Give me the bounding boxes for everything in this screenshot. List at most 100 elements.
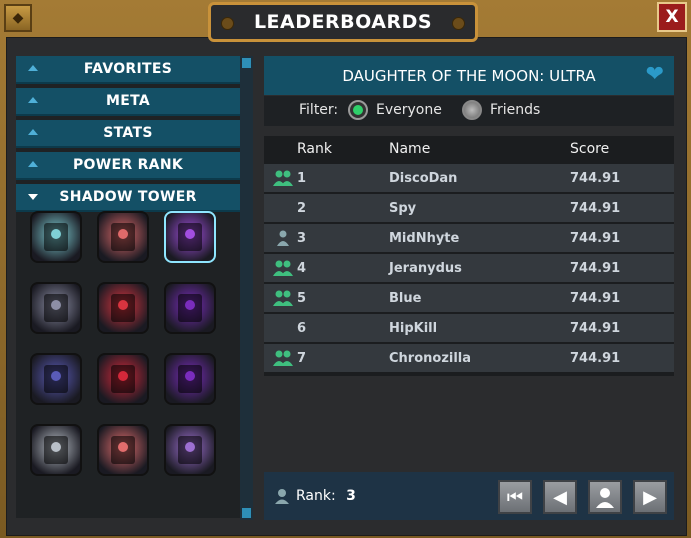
category-power-rank[interactable]: POWER RANK xyxy=(16,152,240,180)
shadow-knight-white-icon[interactable] xyxy=(30,424,82,476)
name-column-header: Name xyxy=(389,141,431,157)
footer-rank: Rank: 3 xyxy=(296,488,356,504)
friends-icon xyxy=(273,170,293,186)
category-favorites[interactable]: FAVORITES xyxy=(16,56,240,84)
caret-up-icon xyxy=(28,65,38,71)
category-meta[interactable]: META xyxy=(16,88,240,116)
bolt-icon xyxy=(452,17,465,30)
category-scrollbar[interactable] xyxy=(240,56,253,520)
previous-page-button[interactable]: ◀ xyxy=(543,480,577,514)
title-plate: LEADERBOARDS xyxy=(208,2,478,42)
name-cell: Blue xyxy=(389,291,422,306)
filter-label: Filter: xyxy=(299,102,339,118)
tile-eye xyxy=(185,300,195,310)
rank-column-header: Rank xyxy=(297,141,332,157)
friends-label[interactable]: Friends xyxy=(490,102,540,118)
tile-eye xyxy=(51,229,61,239)
name-cell: Jeranydus xyxy=(389,261,462,276)
table-header: Rank Name Score xyxy=(264,136,674,164)
footer-rank-value: 3 xyxy=(346,488,356,504)
tile-eye xyxy=(118,442,128,452)
category-label: POWER RANK xyxy=(72,157,183,173)
leaderboard-table: Rank Name Score 1 DiscoDan 744.91 2 Spy 744.9… xyxy=(264,136,674,376)
shadow-beast-grey-icon[interactable] xyxy=(30,282,82,334)
category-panel: FAVORITES META STATS POWER RANK SHADOW TOWER xyxy=(16,56,240,518)
previous-icon: ◀ xyxy=(553,486,567,508)
shadow-tower-boss-teal-icon[interactable] xyxy=(30,211,82,263)
tile-eye xyxy=(118,300,128,310)
rank-cell: 5 xyxy=(297,291,307,306)
first-page-button[interactable]: ⏮ xyxy=(498,480,532,514)
filter-bar: Filter: Everyone Friends xyxy=(264,96,674,126)
shadow-mech-red-icon[interactable] xyxy=(97,353,149,405)
window-title: LEADERBOARDS xyxy=(253,11,433,33)
scroll-up-arrow[interactable] xyxy=(242,58,251,68)
footer-rank-label: Rank: xyxy=(296,488,336,504)
table-row[interactable]: 4 Jeranydus 744.91 xyxy=(264,254,674,282)
next-page-button[interactable]: ▶ xyxy=(633,480,667,514)
table-row[interactable]: 2 Spy 744.91 xyxy=(264,194,674,222)
shadow-beast-red-icon[interactable] xyxy=(97,282,149,334)
player-icon xyxy=(275,489,289,504)
rank-cell: 6 xyxy=(297,321,307,336)
score-cell: 744.91 xyxy=(570,291,621,306)
category-stats[interactable]: STATS xyxy=(16,120,240,148)
table-row[interactable]: 6 HipKill 744.91 xyxy=(264,314,674,342)
name-cell: Chronozilla xyxy=(389,351,472,366)
everyone-label[interactable]: Everyone xyxy=(376,102,442,118)
table-row[interactable]: 7 Chronozilla 744.91 xyxy=(264,344,674,372)
name-cell: HipKill xyxy=(389,321,438,336)
skip-first-icon: ⏮ xyxy=(506,486,524,508)
close-button[interactable]: X xyxy=(657,2,687,32)
score-cell: 744.91 xyxy=(570,201,621,216)
score-cell: 744.91 xyxy=(570,351,621,366)
my-rank-button[interactable] xyxy=(588,480,622,514)
rank-cell: 1 xyxy=(297,171,307,186)
tile-eye xyxy=(185,229,195,239)
shadow-knight-red-icon[interactable] xyxy=(97,424,149,476)
player-icon xyxy=(596,488,614,508)
everyone-radio[interactable] xyxy=(348,100,368,120)
friends-icon xyxy=(273,290,293,306)
rank-cell: 7 xyxy=(297,351,307,366)
name-cell: DiscoDan xyxy=(389,171,458,186)
tile-eye xyxy=(185,371,195,381)
board-title-bar: DAUGHTER OF THE MOON: ULTRA ❤ xyxy=(264,56,674,95)
shadow-tower-boss-purple-icon[interactable] xyxy=(164,211,216,263)
score-column-header: Score xyxy=(570,141,610,157)
scroll-down-arrow[interactable] xyxy=(242,508,251,518)
collapse-button[interactable]: ◆ xyxy=(4,4,32,32)
next-icon: ▶ xyxy=(643,486,657,508)
score-cell: 744.91 xyxy=(570,231,621,246)
rank-cell: 4 xyxy=(297,261,307,276)
table-row[interactable]: 1 DiscoDan 744.91 xyxy=(264,164,674,192)
caret-up-icon xyxy=(28,161,38,167)
tile-eye xyxy=(51,442,61,452)
table-row[interactable]: 5 Blue 744.91 xyxy=(264,284,674,312)
category-label: FAVORITES xyxy=(83,61,173,77)
leaderboard-footer: Rank: 3 ⏮ ◀ ▶ xyxy=(264,472,674,520)
friends-radio[interactable] xyxy=(462,100,482,120)
category-label: STATS xyxy=(103,125,153,141)
category-label: SHADOW TOWER xyxy=(59,189,197,205)
score-cell: 744.91 xyxy=(570,171,621,186)
shadow-beast-purple-icon[interactable] xyxy=(164,282,216,334)
caret-up-icon xyxy=(28,97,38,103)
category-label: META xyxy=(106,93,150,109)
shadow-mech-purple-icon[interactable] xyxy=(164,353,216,405)
shadow-knight-purple-icon[interactable] xyxy=(164,424,216,476)
caret-up-icon xyxy=(28,129,38,135)
category-shadow-tower[interactable]: SHADOW TOWER xyxy=(16,184,240,212)
name-cell: Spy xyxy=(389,201,417,216)
score-cell: 744.91 xyxy=(570,261,621,276)
shadow-tower-boss-red-icon[interactable] xyxy=(97,211,149,263)
rank-cell: 3 xyxy=(297,231,307,246)
tile-eye xyxy=(118,229,128,239)
bolt-icon xyxy=(221,17,234,30)
player-icon xyxy=(277,230,289,246)
heart-icon[interactable]: ❤ xyxy=(646,64,664,86)
tile-eye xyxy=(185,442,195,452)
table-row[interactable]: 3 MidNhyte 744.91 xyxy=(264,224,674,252)
shadow-mech-blue-icon[interactable] xyxy=(30,353,82,405)
name-cell: MidNhyte xyxy=(389,231,460,246)
